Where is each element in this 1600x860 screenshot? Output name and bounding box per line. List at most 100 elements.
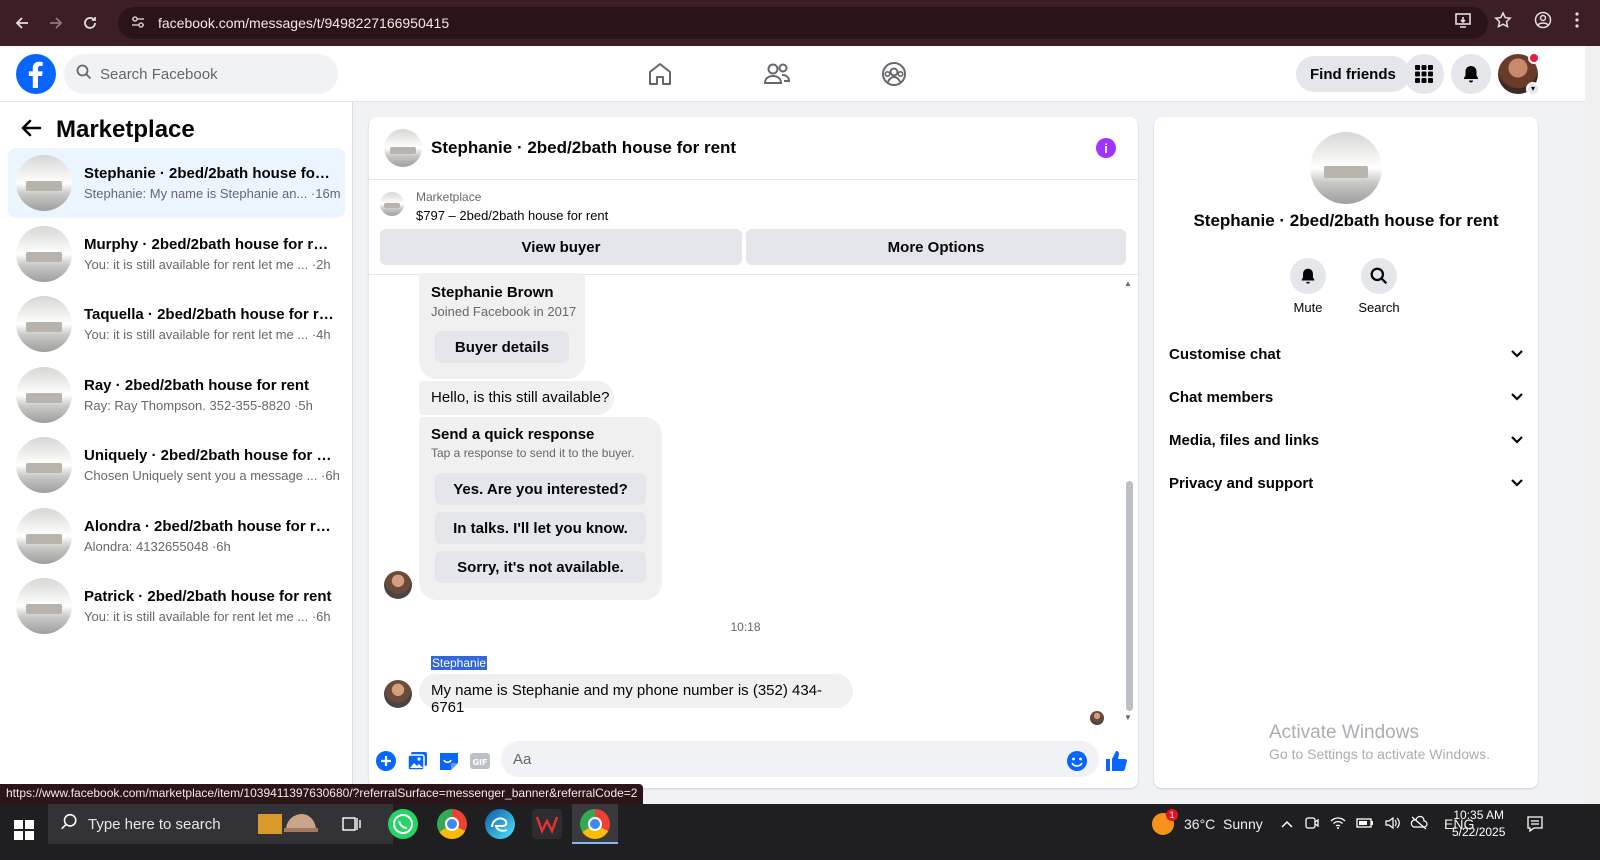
listing-thumbnail — [16, 508, 72, 564]
quick-response-subtitle: Tap a response to send it to the buyer. — [431, 446, 635, 460]
url-text: facebook.com/messages/t/9498227166950415 — [158, 15, 450, 31]
sender-avatar[interactable] — [384, 571, 412, 599]
site-settings-icon[interactable] — [130, 14, 146, 33]
media-files-links-row[interactable]: Media, files and links — [1169, 420, 1524, 460]
photo-icon[interactable] — [406, 749, 430, 773]
search-in-conversation-button[interactable]: Search — [1349, 258, 1409, 315]
bookmark-star-icon[interactable] — [1494, 11, 1512, 34]
wps-office-icon[interactable] — [532, 809, 562, 839]
sender-name-label: Stephanie — [431, 656, 488, 670]
address-bar[interactable]: facebook.com/messages/t/9498227166950415 — [118, 7, 1488, 39]
home-icon[interactable] — [644, 58, 676, 90]
account-avatar[interactable]: ▾ — [1498, 52, 1540, 96]
message-bubble: My name is Stephanie and my phone number… — [419, 674, 853, 716]
section-label: Media, files and links — [1169, 431, 1320, 449]
customise-chat-row[interactable]: Customise chat — [1169, 334, 1524, 374]
message-bubble: Hello, is this still available? — [419, 381, 614, 415]
notifications-bell-icon[interactable] — [1451, 54, 1491, 94]
forward-arrow-icon[interactable] — [44, 11, 68, 35]
svg-text:GIF: GIF — [472, 758, 487, 767]
sender-avatar[interactable] — [384, 680, 412, 708]
conversation-name: Taquella · 2bed/2bath house for re... — [84, 306, 334, 323]
buyer-name: Stephanie Brown — [431, 284, 554, 301]
cloud-offline-icon[interactable] — [1410, 815, 1428, 834]
volume-icon[interactable] — [1384, 815, 1400, 834]
conversation-item[interactable]: Patrick · 2bed/2bath house for rent You: … — [8, 571, 345, 641]
conversation-preview: You: it is still available for rent let … — [84, 609, 331, 624]
banner-listing-thumbnail[interactable] — [380, 192, 404, 216]
quick-response-title: Send a quick response — [431, 426, 595, 443]
quick-response-button[interactable]: In talks. I'll let you know. — [435, 512, 646, 544]
gif-icon[interactable]: GIF — [468, 749, 492, 773]
weather-widget[interactable]: 1 36°C Sunny — [1152, 804, 1263, 844]
find-friends-button[interactable]: Find friends — [1296, 56, 1410, 92]
chat-title[interactable]: Stephanie · 2bed/2bath house for rent — [431, 138, 736, 158]
sticker-icon[interactable] — [437, 749, 461, 773]
chevron-down-icon — [1510, 432, 1524, 449]
network-icon[interactable] — [1330, 815, 1346, 834]
facebook-search-input[interactable]: Search Facebook — [64, 54, 338, 94]
back-arrow-icon[interactable] — [10, 11, 34, 35]
windows-start-icon[interactable] — [14, 820, 34, 845]
chat-listing-thumbnail[interactable] — [384, 129, 422, 167]
chevron-up-icon[interactable] — [1280, 816, 1294, 832]
mute-button[interactable]: Mute — [1278, 258, 1338, 315]
watermark-subtitle: Go to Settings to activate Windows. — [1269, 746, 1490, 762]
chrome-profile-icon[interactable] — [437, 809, 467, 839]
install-app-icon[interactable] — [1454, 11, 1472, 34]
chevron-down-icon — [1510, 389, 1524, 406]
system-tray: ENG — [1280, 804, 1474, 844]
groups-icon[interactable] — [878, 58, 910, 90]
reload-icon[interactable] — [78, 11, 102, 35]
conversation-item[interactable]: Stephanie · 2bed/2bath house for ... Step… — [8, 148, 345, 218]
banner-price-link[interactable]: $797 – 2bed/2bath house for rent — [416, 208, 608, 223]
meet-now-icon[interactable] — [1304, 815, 1320, 834]
chrome-icon — [580, 809, 610, 839]
menu-dots-icon[interactable] — [1574, 11, 1580, 34]
notification-center-icon[interactable] — [1526, 815, 1544, 838]
chat-window: Stephanie · 2bed/2bath house for rent i … — [369, 117, 1138, 788]
conversation-item[interactable]: Alondra · 2bed/2bath house for rent Alond… — [8, 501, 345, 571]
battery-icon[interactable] — [1356, 815, 1374, 834]
search-icon — [1361, 258, 1397, 294]
notification-dot — [1528, 52, 1540, 64]
menu-grid-icon[interactable] — [1404, 54, 1444, 94]
chat-details-panel: Stephanie · 2bed/2bath house for rent Mu… — [1154, 117, 1538, 788]
buyer-details-button[interactable]: Buyer details — [435, 331, 569, 363]
search-icon — [76, 64, 92, 84]
privacy-support-row[interactable]: Privacy and support — [1169, 463, 1524, 503]
conversation-preview: You: it is still available for rent let … — [84, 327, 331, 342]
scroll-thumb[interactable] — [1126, 481, 1133, 711]
taskbar-chrome-active[interactable] — [572, 804, 618, 844]
scroll-up-arrow-icon[interactable]: ▲ — [1124, 279, 1132, 288]
info-icon[interactable]: i — [1096, 138, 1116, 158]
browser-toolbar: facebook.com/messages/t/9498227166950415 — [0, 0, 1600, 46]
conversation-item[interactable]: Uniquely · 2bed/2bath house for r... Chos… — [8, 430, 345, 500]
plus-circle-icon[interactable] — [374, 749, 398, 773]
profile-icon[interactable] — [1534, 11, 1552, 34]
listing-thumbnail — [16, 226, 72, 282]
task-view-icon[interactable] — [342, 814, 362, 839]
edge-browser-icon[interactable] — [485, 809, 515, 839]
buyer-info-card: Stephanie Brown Joined Facebook in 2017 … — [419, 273, 585, 379]
chat-scrollbar[interactable]: ▲ ▼ — [1124, 279, 1134, 723]
back-arrow-icon[interactable] — [20, 118, 42, 143]
more-options-button[interactable]: More Options — [746, 229, 1126, 265]
page-scrollbar[interactable] — [1585, 46, 1600, 804]
whatsapp-icon[interactable] — [388, 809, 418, 839]
conversation-item[interactable]: Taquella · 2bed/2bath house for re... You… — [8, 289, 345, 359]
friends-icon[interactable] — [761, 58, 793, 90]
thumbs-up-icon[interactable] — [1104, 749, 1128, 773]
chat-profile-thumbnail[interactable] — [1310, 132, 1382, 204]
clock[interactable]: 10:35 AM 5/22/2025 — [1452, 807, 1505, 841]
conversation-item[interactable]: Ray · 2bed/2bath house for rent Ray: Ray … — [8, 360, 345, 430]
message-input[interactable]: Aa — [501, 741, 1099, 777]
emoji-icon[interactable] — [1065, 749, 1089, 773]
quick-response-button[interactable]: Sorry, it's not available. — [435, 551, 646, 583]
facebook-logo-icon[interactable] — [16, 54, 56, 94]
scroll-down-arrow-icon[interactable]: ▼ — [1124, 713, 1132, 722]
quick-response-button[interactable]: Yes. Are you interested? — [435, 473, 646, 505]
view-buyer-button[interactable]: View buyer — [380, 229, 742, 265]
chat-members-row[interactable]: Chat members — [1169, 377, 1524, 417]
conversation-item[interactable]: Murphy · 2bed/2bath house for rent You: i… — [8, 219, 345, 289]
